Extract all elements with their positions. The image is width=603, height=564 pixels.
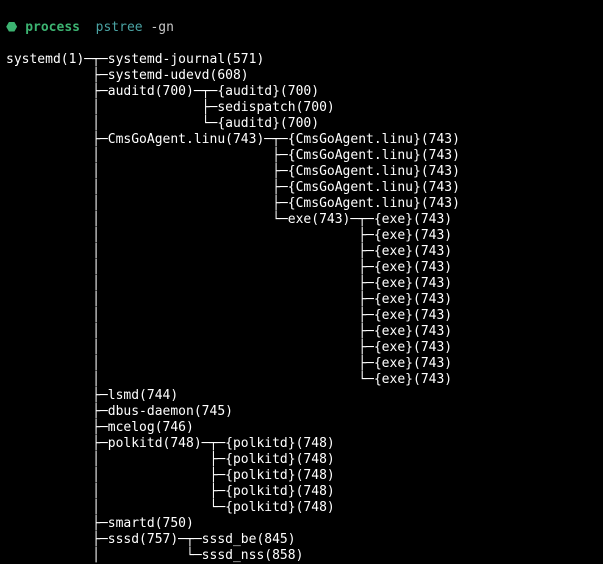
tree-line: │ └─{exe}(743) bbox=[6, 372, 452, 387]
command-name: pstree bbox=[96, 20, 143, 35]
tree-line: systemd(1)─┬─systemd-journal(571) bbox=[6, 52, 264, 67]
tree-line: │ ├─{polkitd}(748) bbox=[6, 484, 335, 499]
tree-line: ├─auditd(700)─┬─{auditd}(700) bbox=[6, 84, 319, 99]
tree-line: │ ├─{exe}(743) bbox=[6, 308, 452, 323]
tree-line: │ ├─{exe}(743) bbox=[6, 276, 452, 291]
tree-line: ├─CmsGoAgent.linu(743)─┬─{CmsGoAgent.lin… bbox=[6, 132, 460, 147]
tree-line: ├─sssd(757)─┬─sssd_be(845) bbox=[6, 532, 296, 547]
tree-line: │ ├─{exe}(743) bbox=[6, 260, 452, 275]
command-args: -gn bbox=[150, 20, 173, 35]
tree-line: │ ├─{polkitd}(748) bbox=[6, 468, 335, 483]
tree-line: │ ├─{CmsGoAgent.linu}(743) bbox=[6, 180, 460, 195]
tree-line: │ ├─{exe}(743) bbox=[6, 340, 452, 355]
tree-line: │ └─{polkitd}(748) bbox=[6, 500, 335, 515]
pstree-output: systemd(1)─┬─systemd-journal(571) ├─syst… bbox=[6, 52, 460, 563]
tree-line: │ ├─{CmsGoAgent.linu}(743) bbox=[6, 196, 460, 211]
tree-line: ├─mcelog(746) bbox=[6, 420, 194, 435]
tree-line: │ ├─{CmsGoAgent.linu}(743) bbox=[6, 148, 460, 163]
prompt-label: process bbox=[25, 20, 80, 35]
tree-line: │ ├─{polkitd}(748) bbox=[6, 452, 335, 467]
tree-line: │ └─sssd_nss(858) bbox=[6, 548, 303, 563]
tree-line: │ ├─{CmsGoAgent.linu}(743) bbox=[6, 164, 460, 179]
tree-line: ├─smartd(750) bbox=[6, 516, 194, 531]
tree-line: │ ├─sedispatch(700) bbox=[6, 100, 335, 115]
tree-line: │ ├─{exe}(743) bbox=[6, 292, 452, 307]
tree-line: ├─dbus-daemon(745) bbox=[6, 404, 233, 419]
tree-line: │ └─exe(743)─┬─{exe}(743) bbox=[6, 212, 452, 227]
tree-line: │ ├─{exe}(743) bbox=[6, 324, 452, 339]
tree-line: ├─polkitd(748)─┬─{polkitd}(748) bbox=[6, 436, 335, 451]
tree-line: │ └─{auditd}(700) bbox=[6, 116, 319, 131]
prompt-icon: ⬣ bbox=[6, 20, 17, 35]
tree-line: │ ├─{exe}(743) bbox=[6, 228, 452, 243]
tree-line: │ ├─{exe}(743) bbox=[6, 356, 452, 371]
tree-line: │ ├─{exe}(743) bbox=[6, 244, 452, 259]
tree-line: ├─systemd-udevd(608) bbox=[6, 68, 249, 83]
tree-line: ├─lsmd(744) bbox=[6, 388, 178, 403]
